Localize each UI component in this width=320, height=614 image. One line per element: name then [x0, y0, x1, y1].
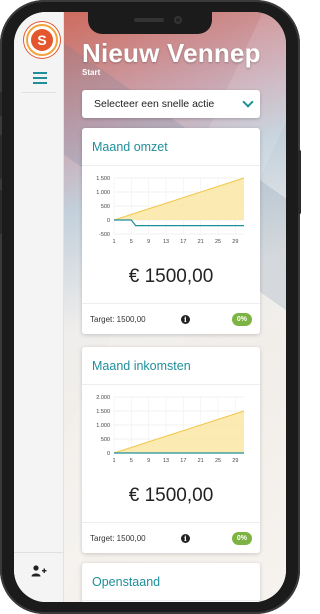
quick-action-label: Selecteer een snelle actie: [94, 98, 215, 110]
y-tick-label: 0: [107, 451, 110, 457]
y-tick-label: 1.000: [96, 190, 110, 196]
y-tick-label: 1.500: [96, 409, 110, 415]
status-badge: 0%: [231, 312, 252, 326]
x-tick-label: 25: [215, 458, 221, 464]
x-tick-label: 21: [198, 239, 204, 245]
sidebar-divider: [22, 92, 56, 93]
y-tick-label: 0: [107, 218, 110, 224]
x-tick-label: 1: [112, 458, 115, 464]
card-maand-inkomsten: Maand inkomsten 2.000 1.500 1.000 500 0 1 5 9 13…: [82, 347, 260, 553]
volume-down-button: [0, 190, 2, 234]
card-openstaand: Openstaand: [82, 563, 260, 602]
main-content: Nieuw Vennep Start Selecteer een snelle …: [64, 12, 286, 602]
logo[interactable]: S: [26, 24, 58, 56]
add-user-button[interactable]: [14, 552, 64, 588]
camera: [174, 16, 182, 24]
chart-maand-inkomsten: 2.000 1.500 1.000 500 0 1 5 9 13 17 21 25 29: [86, 393, 256, 471]
card-maand-omzet: Maand omzet 1.500 1.000 500 0 -500 1 5 9 13 17 21 2…: [82, 128, 260, 334]
status-badge: 0%: [231, 531, 252, 545]
notch: [88, 12, 212, 34]
y-tick-label: 1.000: [96, 423, 110, 429]
target-label: Target: 1500,00: [90, 533, 146, 543]
screen: S Nieuw Vennep Start Selecteer een snell…: [14, 12, 286, 602]
chart-svg: 1.500 1.000 500 0 -5001 5 9 13 17 21 25 29: [96, 176, 245, 245]
card-value: € 1500,00: [128, 485, 214, 506]
card-footer: Target: 1500,00 i 0%: [82, 303, 260, 334]
silent-switch: [0, 92, 2, 116]
x-tick-label: 29: [232, 458, 238, 464]
add-user-icon: [31, 564, 47, 576]
x-tick-label: 25: [215, 239, 221, 245]
x-tick-label: 13: [163, 458, 169, 464]
x-tick-label: 5: [130, 458, 133, 464]
x-tick-label: 17: [180, 239, 186, 245]
x-tick-label: 13: [163, 239, 169, 245]
chart-svg: 2.000 1.500 1.000 500 01 5 9 13 17 21 25 29: [96, 395, 245, 464]
breadcrumb[interactable]: Start: [82, 68, 100, 77]
y-tick-label: 2.000: [96, 395, 110, 401]
card-value: € 1500,00: [128, 266, 214, 287]
x-tick-label: 9: [147, 239, 150, 245]
line-series: [114, 219, 244, 227]
x-tick-label: 29: [232, 239, 238, 245]
x-tick-label: 1: [112, 239, 115, 245]
volume-up-button: [0, 135, 2, 179]
y-tick-label: 1.500: [96, 176, 110, 182]
card-title: Openstaand: [82, 563, 260, 601]
x-tick-label: 17: [180, 458, 186, 464]
card-footer: Target: 1500,00 i 0%: [82, 522, 260, 553]
sidebar: S: [14, 12, 64, 602]
chart-maand-omzet: 1.500 1.000 500 0 -500 1 5 9 13 17 21 25 29: [86, 174, 256, 252]
card-title: Maand omzet: [82, 128, 260, 166]
x-tick-label: 9: [147, 458, 150, 464]
y-tick-label: 500: [101, 437, 110, 443]
y-tick-label: 500: [101, 204, 110, 210]
info-icon[interactable]: i: [180, 314, 190, 324]
card-title: Maand inkomsten: [82, 347, 260, 385]
phone-frame: S Nieuw Vennep Start Selecteer een snell…: [0, 0, 301, 614]
logo-letter: S: [31, 29, 53, 51]
x-tick-label: 5: [130, 239, 133, 245]
power-button: [298, 150, 301, 214]
quick-action-select[interactable]: Selecteer een snelle actie: [82, 90, 260, 118]
chevron-down-icon: [242, 96, 254, 108]
y-tick-label: -500: [99, 232, 110, 238]
target-label: Target: 1500,00: [90, 314, 146, 324]
hamburger-icon[interactable]: [33, 72, 47, 84]
x-tick-label: 21: [198, 458, 204, 464]
speaker: [134, 18, 164, 22]
page-title: Nieuw Vennep: [82, 38, 261, 68]
info-icon[interactable]: i: [180, 533, 190, 543]
